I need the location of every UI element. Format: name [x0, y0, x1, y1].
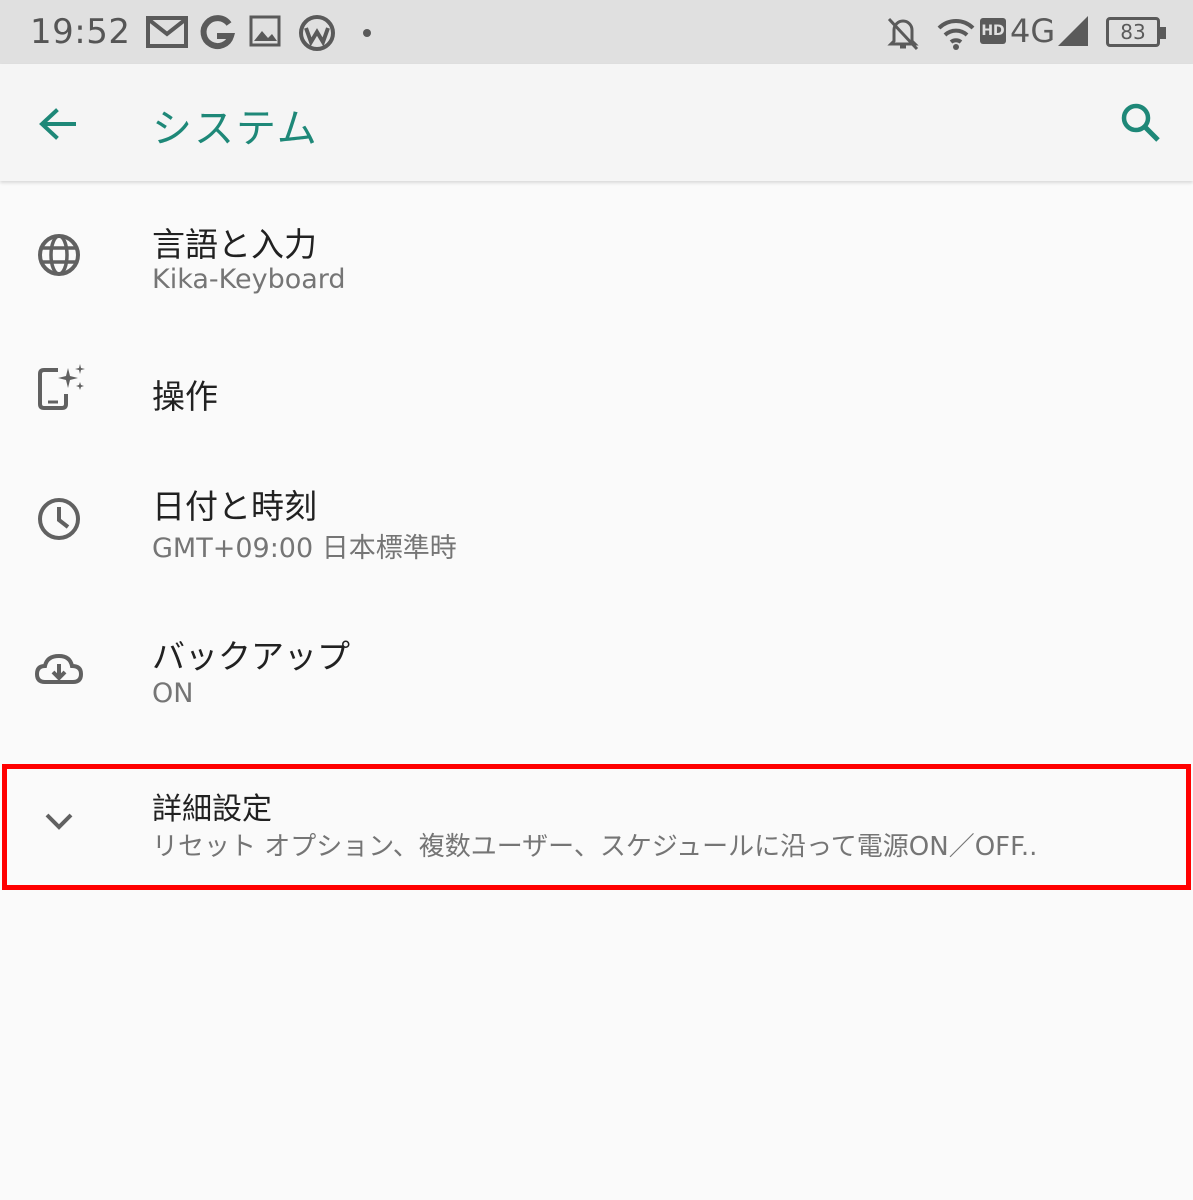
wifi-icon: [937, 18, 975, 50]
clock-icon: [38, 498, 80, 540]
search-button[interactable]: [1112, 94, 1172, 154]
highlight-box: [2, 764, 1191, 890]
setting-subtitle: ON: [152, 678, 194, 709]
setting-backup[interactable]: バックアップ ON: [0, 602, 1193, 762]
setting-gestures[interactable]: 操作: [0, 332, 1193, 462]
setting-date-time[interactable]: 日付と時刻 GMT+09:00 日本標準時: [0, 462, 1193, 602]
setting-title: 日付と時刻: [152, 487, 317, 526]
hd-badge-icon: HD: [980, 18, 1006, 44]
back-button[interactable]: [30, 96, 90, 152]
gmail-icon: [146, 16, 188, 48]
page-title: システム: [152, 106, 319, 152]
globe-icon: [38, 234, 80, 276]
status-time: 19:52: [30, 12, 131, 52]
image-icon: [249, 15, 281, 47]
app-bar: システム: [0, 64, 1193, 181]
setting-title: 言語と入力: [152, 225, 317, 264]
setting-title: 操作: [152, 377, 218, 416]
google-icon: [200, 15, 236, 50]
network-type: 4G: [1010, 12, 1056, 50]
setting-title: バックアップ: [152, 637, 350, 676]
setting-subtitle: GMT+09:00 日本標準時: [152, 533, 457, 564]
notifications-off-icon: [887, 17, 919, 51]
setting-language-input[interactable]: 言語と入力 Kika-Keyboard: [0, 182, 1193, 332]
hd-badge-text: HD: [981, 23, 1005, 39]
status-bar: 19:52 HD 4G 83: [0, 0, 1193, 64]
battery-level: 83: [1120, 20, 1146, 44]
dot-icon: [363, 29, 371, 37]
signal-icon: [1058, 16, 1088, 46]
battery-icon: 83: [1106, 17, 1166, 47]
setting-subtitle: Kika-Keyboard: [152, 264, 346, 295]
weather-icon: [299, 15, 335, 51]
gesture-phone-icon: [38, 364, 85, 410]
cloud-backup-icon: [34, 653, 84, 684]
